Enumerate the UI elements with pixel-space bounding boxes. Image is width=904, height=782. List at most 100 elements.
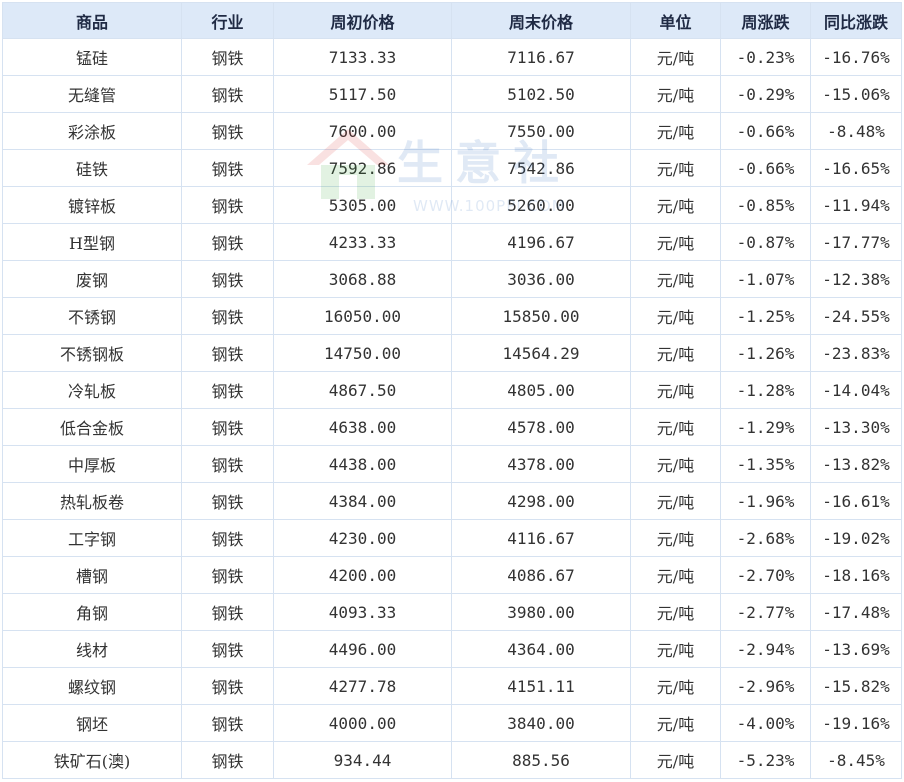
table-row: 角钢 钢铁 4093.33 3980.00 元/吨 -2.77% -17.48% <box>2 593 902 631</box>
cell-product: 废钢 <box>2 260 182 298</box>
cell-product: 槽钢 <box>2 556 182 594</box>
cell-unit: 元/吨 <box>630 667 721 705</box>
table-row: H型钢 钢铁 4233.33 4196.67 元/吨 -0.87% -17.77% <box>2 223 902 261</box>
cell-product: 线材 <box>2 630 182 668</box>
cell-end-price: 3980.00 <box>451 593 631 631</box>
cell-end-price: 4196.67 <box>451 223 631 261</box>
cell-weekly-change: -1.25% <box>720 297 811 335</box>
cell-industry: 钢铁 <box>181 593 274 631</box>
cell-yoy-change: -16.61% <box>810 482 902 520</box>
cell-yoy-change: -23.83% <box>810 334 902 372</box>
cell-unit: 元/吨 <box>630 149 721 187</box>
cell-start-price: 934.44 <box>273 741 452 779</box>
cell-yoy-change: -8.48% <box>810 112 902 150</box>
cell-product: 铁矿石(澳) <box>2 741 182 779</box>
cell-product: 彩涂板 <box>2 112 182 150</box>
header-unit: 单位 <box>630 2 721 39</box>
cell-end-price: 4578.00 <box>451 408 631 446</box>
cell-start-price: 3068.88 <box>273 260 452 298</box>
cell-yoy-change: -11.94% <box>810 186 902 224</box>
cell-weekly-change: -2.68% <box>720 519 811 557</box>
cell-start-price: 7600.00 <box>273 112 452 150</box>
table-row: 中厚板 钢铁 4438.00 4378.00 元/吨 -1.35% -13.82% <box>2 445 902 483</box>
cell-start-price: 4867.50 <box>273 371 452 409</box>
cell-unit: 元/吨 <box>630 260 721 298</box>
table-row: 线材 钢铁 4496.00 4364.00 元/吨 -2.94% -13.69% <box>2 630 902 668</box>
table-row: 低合金板 钢铁 4638.00 4578.00 元/吨 -1.29% -13.30% <box>2 408 902 446</box>
cell-end-price: 15850.00 <box>451 297 631 335</box>
cell-industry: 钢铁 <box>181 667 274 705</box>
cell-industry: 钢铁 <box>181 112 274 150</box>
cell-product: 螺纹钢 <box>2 667 182 705</box>
cell-product: 低合金板 <box>2 408 182 446</box>
cell-weekly-change: -1.29% <box>720 408 811 446</box>
cell-start-price: 4200.00 <box>273 556 452 594</box>
cell-weekly-change: -0.66% <box>720 112 811 150</box>
table-row: 螺纹钢 钢铁 4277.78 4151.11 元/吨 -2.96% -15.82% <box>2 667 902 705</box>
cell-unit: 元/吨 <box>630 556 721 594</box>
cell-product: 热轧板卷 <box>2 482 182 520</box>
cell-weekly-change: -0.87% <box>720 223 811 261</box>
cell-end-price: 4378.00 <box>451 445 631 483</box>
cell-start-price: 4093.33 <box>273 593 452 631</box>
cell-weekly-change: -0.23% <box>720 38 811 76</box>
cell-end-price: 5260.00 <box>451 186 631 224</box>
cell-start-price: 7592.86 <box>273 149 452 187</box>
cell-weekly-change: -1.35% <box>720 445 811 483</box>
table-row: 硅铁 钢铁 7592.86 7542.86 元/吨 -0.66% -16.65% <box>2 149 902 187</box>
cell-end-price: 4086.67 <box>451 556 631 594</box>
table-row: 冷轧板 钢铁 4867.50 4805.00 元/吨 -1.28% -14.04% <box>2 371 902 409</box>
cell-weekly-change: -2.96% <box>720 667 811 705</box>
cell-yoy-change: -16.65% <box>810 149 902 187</box>
cell-unit: 元/吨 <box>630 445 721 483</box>
cell-industry: 钢铁 <box>181 482 274 520</box>
cell-weekly-change: -1.26% <box>720 334 811 372</box>
cell-industry: 钢铁 <box>181 556 274 594</box>
cell-unit: 元/吨 <box>630 75 721 113</box>
cell-weekly-change: -2.70% <box>720 556 811 594</box>
cell-end-price: 7542.86 <box>451 149 631 187</box>
cell-yoy-change: -15.82% <box>810 667 902 705</box>
cell-weekly-change: -4.00% <box>720 704 811 742</box>
cell-industry: 钢铁 <box>181 445 274 483</box>
cell-product: H型钢 <box>2 223 182 261</box>
cell-unit: 元/吨 <box>630 38 721 76</box>
cell-weekly-change: -1.07% <box>720 260 811 298</box>
cell-end-price: 3036.00 <box>451 260 631 298</box>
cell-unit: 元/吨 <box>630 630 721 668</box>
cell-industry: 钢铁 <box>181 334 274 372</box>
cell-unit: 元/吨 <box>630 297 721 335</box>
table-row: 镀锌板 钢铁 5305.00 5260.00 元/吨 -0.85% -11.94% <box>2 186 902 224</box>
table-row: 热轧板卷 钢铁 4384.00 4298.00 元/吨 -1.96% -16.61% <box>2 482 902 520</box>
cell-start-price: 4000.00 <box>273 704 452 742</box>
cell-yoy-change: -18.16% <box>810 556 902 594</box>
cell-weekly-change: -1.28% <box>720 371 811 409</box>
table-row: 废钢 钢铁 3068.88 3036.00 元/吨 -1.07% -12.38% <box>2 260 902 298</box>
cell-start-price: 4230.00 <box>273 519 452 557</box>
cell-end-price: 4364.00 <box>451 630 631 668</box>
cell-end-price: 7116.67 <box>451 38 631 76</box>
cell-end-price: 4298.00 <box>451 482 631 520</box>
table-row: 无缝管 钢铁 5117.50 5102.50 元/吨 -0.29% -15.06% <box>2 75 902 113</box>
price-table: 商品 行业 周初价格 周末价格 单位 周涨跌 同比涨跌 锰硅 钢铁 7133.33 7… <box>2 2 902 779</box>
cell-industry: 钢铁 <box>181 741 274 779</box>
cell-product: 镀锌板 <box>2 186 182 224</box>
header-row: 商品 行业 周初价格 周末价格 单位 周涨跌 同比涨跌 <box>2 2 902 39</box>
cell-start-price: 4233.33 <box>273 223 452 261</box>
cell-product: 无缝管 <box>2 75 182 113</box>
cell-unit: 元/吨 <box>630 371 721 409</box>
cell-unit: 元/吨 <box>630 112 721 150</box>
cell-product: 冷轧板 <box>2 371 182 409</box>
cell-end-price: 3840.00 <box>451 704 631 742</box>
cell-weekly-change: -5.23% <box>720 741 811 779</box>
table-row: 不锈钢 钢铁 16050.00 15850.00 元/吨 -1.25% -24.55% <box>2 297 902 335</box>
cell-yoy-change: -14.04% <box>810 371 902 409</box>
cell-unit: 元/吨 <box>630 741 721 779</box>
cell-start-price: 16050.00 <box>273 297 452 335</box>
cell-start-price: 4277.78 <box>273 667 452 705</box>
cell-yoy-change: -16.76% <box>810 38 902 76</box>
cell-industry: 钢铁 <box>181 297 274 335</box>
cell-start-price: 7133.33 <box>273 38 452 76</box>
cell-start-price: 4638.00 <box>273 408 452 446</box>
cell-start-price: 14750.00 <box>273 334 452 372</box>
